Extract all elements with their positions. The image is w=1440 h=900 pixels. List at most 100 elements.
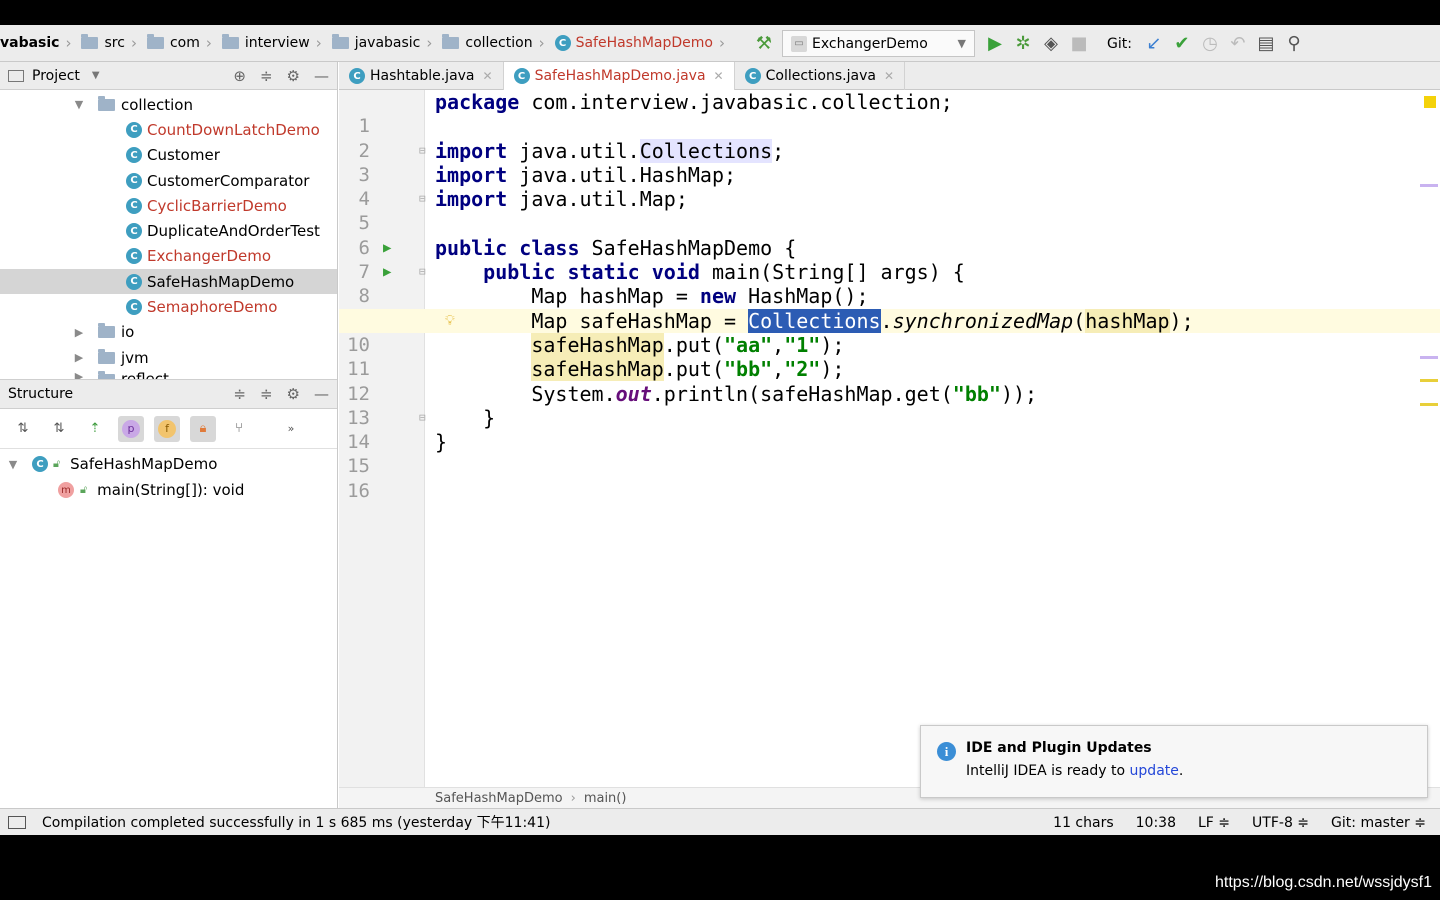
triangle-right-icon[interactable]: ▶ [72,351,86,364]
breadcrumb-collection[interactable]: collection › [436,25,548,62]
tree-item-countdownlatchdemo[interactable]: C CountDownLatchDemo [0,117,337,142]
breadcrumb-vabasic[interactable]: vabasic › [0,25,75,62]
tree-item-customer[interactable]: C Customer [0,143,337,168]
stripe-marker[interactable] [1420,184,1438,187]
project-structure-icon[interactable]: ▤ [1252,30,1280,58]
run-gutter-icon[interactable]: ▶ [383,236,391,260]
expand-all-icon[interactable]: ≑ [233,385,246,403]
show-inherited-icon[interactable]: ⇡ [82,416,108,442]
stripe-marker[interactable] [1420,379,1438,382]
tree-item-cyclicbarrierdemo[interactable]: C CyclicBarrierDemo [0,193,337,218]
tree-item-label: collection [121,95,193,114]
breadcrumb-label: com [169,35,200,51]
editor-breadcrumb-method[interactable]: main() [584,791,627,806]
show-lambdas-icon[interactable]: ⑂ [226,416,252,442]
debug-bug-icon[interactable]: ✲ [1009,30,1037,58]
close-icon[interactable]: ✕ [714,69,724,83]
code-editor[interactable]: 1 package com.interview.javabasic.collec… [339,90,1440,787]
chevron-down-icon: ▼ [957,37,966,50]
locate-target-icon[interactable]: ⊕ [233,67,246,85]
stripe-marker[interactable] [1420,403,1438,406]
minimize-icon[interactable]: — [314,67,329,85]
breadcrumb-label: vabasic [0,35,60,51]
structure-method-node[interactable]: m 🔓︎ main(String[]): void [0,477,337,503]
gear-icon[interactable]: ⚙ [287,385,300,403]
show-properties-icon[interactable]: p [118,415,144,442]
breadcrumb-src[interactable]: src › [75,25,140,62]
tree-item-collection[interactable]: ▼ collection [0,92,337,117]
update-link[interactable]: update [1130,763,1179,779]
run-gutter-icon[interactable]: ▶ [383,260,391,284]
structure-pane-actions: ≑ ≑ ⚙ — [233,380,329,408]
git-branch[interactable]: Git: master ≑ [1331,815,1426,831]
error-stripe[interactable] [1420,90,1440,787]
triangle-right-icon[interactable]: ▶ [72,326,86,339]
structure-class-label: SafeHashMapDemo [70,455,218,473]
git-update-icon[interactable]: ↙ [1140,30,1168,58]
project-pane-title[interactable]: Project [32,68,80,84]
tree-item-customercomparator[interactable]: C CustomerComparator [0,168,337,193]
tree-item-io[interactable]: ▶ io [0,320,337,345]
search-icon[interactable]: ⚲ [1280,30,1308,58]
more-chevron-icon[interactable]: » [278,416,304,442]
toggle-tool-windows-icon[interactable] [8,815,26,829]
code-text: } [435,405,496,430]
line-separator[interactable]: LF ≑ [1198,815,1230,831]
show-non-public-icon[interactable]: 🔒︎ [190,415,216,442]
collapse-all-icon[interactable]: ≑ [260,67,273,85]
run-configuration-select[interactable]: ▭ ExchangerDemo ▼ [782,30,975,57]
breadcrumb-label: src [104,35,125,51]
run-icon[interactable]: ▶ [981,30,1009,58]
update-notification[interactable]: i IDE and Plugin Updates IntelliJ IDEA i… [920,725,1428,798]
status-message[interactable]: Compilation completed successfully in 1 … [42,812,550,832]
public-visibility-icon: 🔓︎ [80,483,88,496]
history-clock-icon[interactable]: ◷ [1196,30,1224,58]
tab-safehashmapdemo-java[interactable]: C SafeHashMapDemo.java ✕ [503,62,735,90]
tab-hashtable-java[interactable]: C Hashtable.java ✕ [339,62,504,90]
class-icon: C [126,172,142,189]
breadcrumb-safehashmapdemo[interactable]: C SafeHashMapDemo › [549,25,729,62]
top-black-bar [0,0,1440,25]
structure-class-node[interactable]: ▼ C 🔓︎ SafeHashMapDemo [0,451,337,477]
close-icon[interactable]: ✕ [884,69,894,83]
code-line: 5 ⊟ import java.util.Map; [339,187,1440,234]
fold-icon[interactable]: ⊟ [419,260,426,284]
tab-collections-java[interactable]: C Collections.java ✕ [735,62,905,90]
tree-item-safehashmapdemo[interactable]: C SafeHashMapDemo [0,269,337,295]
minimize-icon[interactable]: — [314,385,329,403]
folder-icon [221,34,239,49]
breadcrumb-interview[interactable]: interview › [216,25,326,62]
breadcrumb-com[interactable]: com › [141,25,216,62]
build-hammer-icon[interactable]: ⚒ [750,30,778,58]
run-coverage-icon[interactable]: ◈ [1037,30,1065,58]
editor-tabs: C Hashtable.java ✕ C SafeHashMapDemo.jav… [339,62,1440,90]
class-icon: C [349,68,365,84]
triangle-down-icon[interactable]: ▼ [6,458,20,471]
collapse-all-icon[interactable]: ≑ [260,385,273,403]
structure-method-label: main(String[]): void [97,481,245,499]
file-encoding[interactable]: UTF-8 ≑ [1252,815,1309,831]
gear-icon[interactable]: ⚙ [287,67,300,85]
triangle-down-icon[interactable]: ▼ [72,98,86,111]
fold-icon[interactable]: ⊟ [419,406,426,430]
fold-icon[interactable]: ⊟ [419,187,426,211]
chevron-down-icon[interactable]: ▼ [92,70,100,81]
close-icon[interactable]: ✕ [483,69,493,83]
editor-breadcrumb-class[interactable]: SafeHashMapDemo [435,791,563,806]
tree-item-duplicateandordertest[interactable]: C DuplicateAndOrderTest [0,218,337,243]
tree-item-semaphoredemo[interactable]: C SemaphoreDemo [0,294,337,319]
breadcrumb-javabasic[interactable]: javabasic › [326,25,437,62]
sort-alphabetically-icon[interactable]: ⇅ [46,416,72,442]
sort-by-visibility-icon[interactable]: ⇅ [10,416,36,442]
stripe-marker[interactable] [1420,356,1438,359]
stop-icon[interactable]: ■ [1065,30,1093,58]
info-icon: i [937,742,956,761]
chevron-right-icon: › [205,34,212,52]
revert-icon[interactable]: ↶ [1224,30,1252,58]
tree-item-jvm[interactable]: ▶ jvm [0,345,337,370]
fold-icon[interactable]: ⊟ [419,139,426,163]
caret-position[interactable]: 10:38 [1136,815,1176,831]
show-fields-icon[interactable]: f [154,415,180,442]
git-commit-icon[interactable]: ✔ [1168,30,1196,58]
tree-item-exchangerdemo[interactable]: C ExchangerDemo [0,244,337,269]
